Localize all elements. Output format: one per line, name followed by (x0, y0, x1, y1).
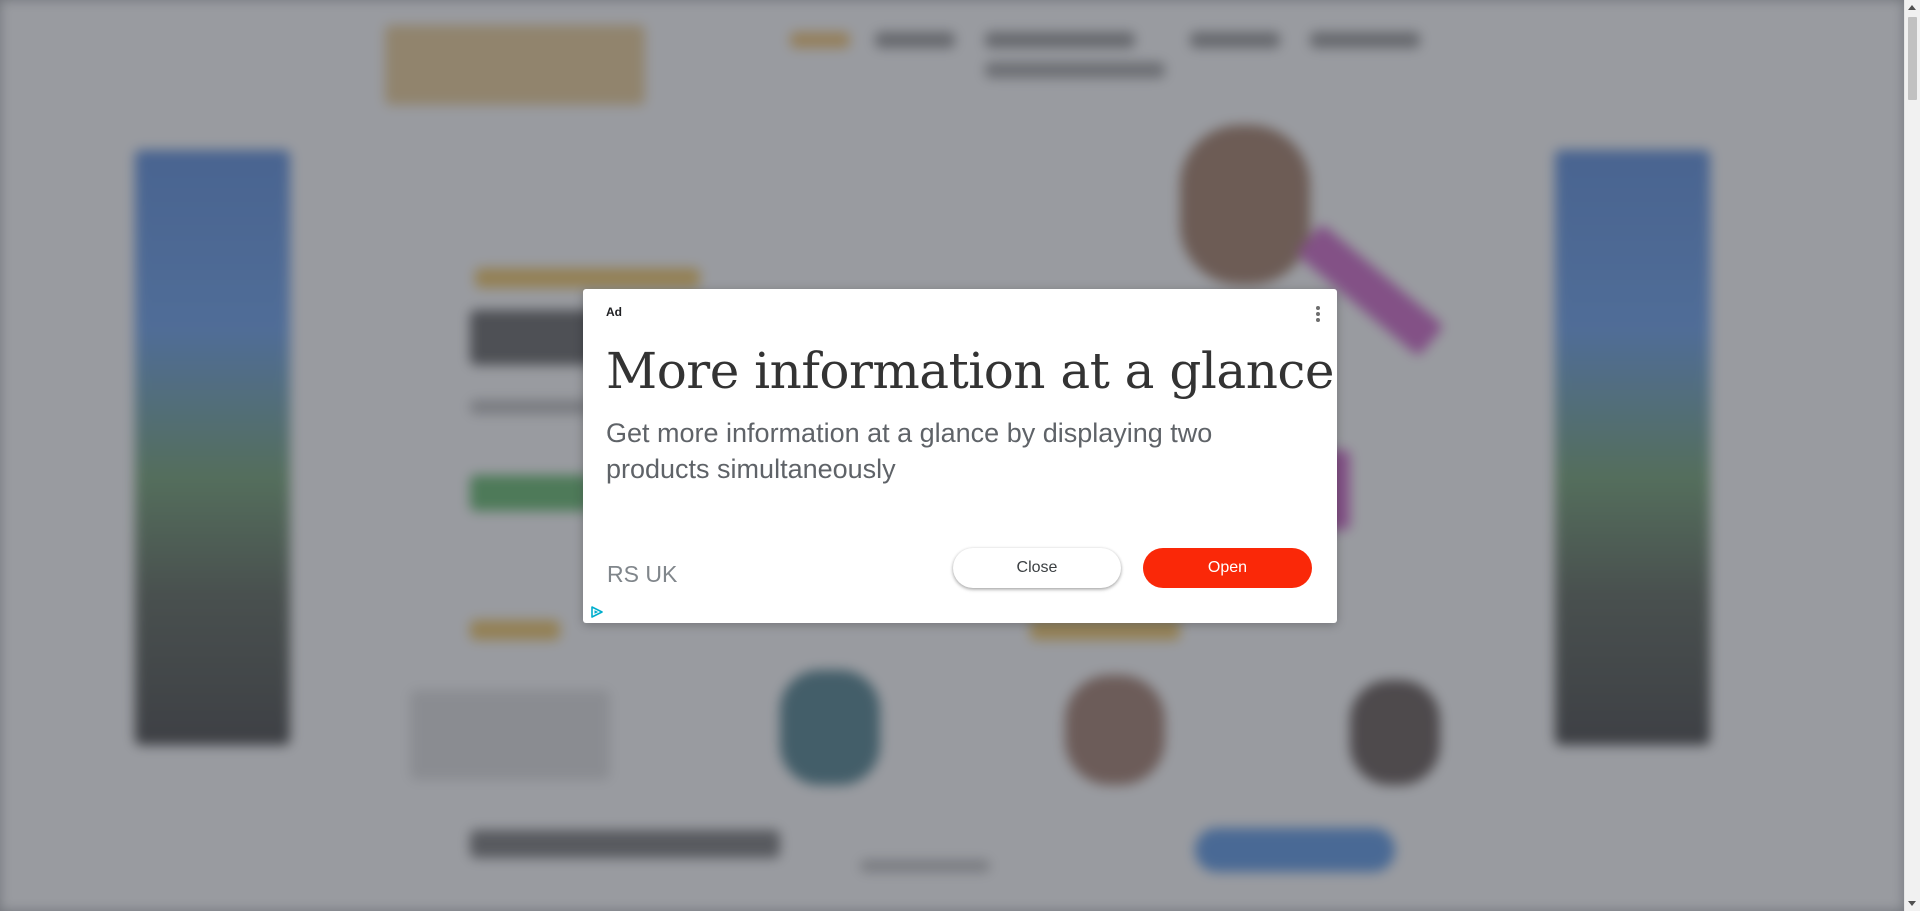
ad-headline[interactable]: More information at a glance (606, 341, 1335, 401)
vertical-scrollbar[interactable] (1904, 0, 1920, 911)
ad-description[interactable]: Get more information at a glance by disp… (606, 415, 1306, 487)
open-button[interactable]: Open (1143, 548, 1312, 588)
scroll-up-icon[interactable] (1908, 5, 1916, 10)
menu-dot (1316, 318, 1320, 322)
ad-badge: Ad (606, 305, 622, 319)
ad-advertiser-name[interactable]: RS UK (607, 561, 677, 588)
adchoices-icon[interactable] (590, 606, 604, 618)
menu-dot (1316, 306, 1320, 310)
menu-dot (1316, 312, 1320, 316)
kebab-menu-icon[interactable] (1313, 304, 1323, 324)
scrollbar-thumb[interactable] (1908, 17, 1917, 100)
close-button[interactable]: Close (953, 548, 1121, 588)
scroll-down-icon[interactable] (1908, 901, 1916, 906)
ad-dialog: Ad More information at a glance Get more… (583, 289, 1337, 623)
